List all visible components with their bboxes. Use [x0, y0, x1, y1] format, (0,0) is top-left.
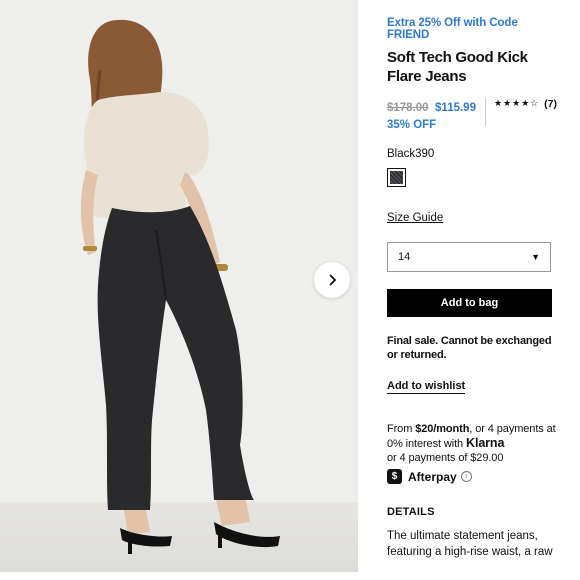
add-to-wishlist-link[interactable]: Add to wishlist — [387, 380, 466, 394]
product-title: Soft Tech Good Kick Flare Jeans — [387, 49, 528, 85]
afterpay-row[interactable]: $ Afterpay i — [387, 469, 557, 484]
original-price: $178.00 — [387, 102, 429, 114]
details-heading[interactable]: DETAILS — [387, 506, 557, 518]
afterpay-message: or 4 payments of $29.00 — [387, 452, 504, 464]
info-icon[interactable]: i — [460, 471, 472, 482]
size-value: 14 — [398, 251, 411, 263]
size-dropdown[interactable]: 14 ▼ — [387, 242, 551, 272]
model-illustration — [80, 19, 280, 554]
promo-banner: Extra 25% Off with Code FRIEND — [387, 17, 518, 41]
rating-count[interactable]: (7) — [544, 98, 557, 110]
chevron-right-icon — [329, 274, 337, 286]
swatch-pattern — [390, 171, 403, 184]
discount-label: 35% OFF — [387, 119, 437, 131]
klarna-message: From $20/month, or 4 payments at 0% inte… — [387, 422, 557, 465]
klarna-prefix: From — [387, 423, 416, 435]
color-swatch[interactable] — [387, 168, 406, 187]
price-divider — [485, 98, 486, 126]
final-sale-note: Final sale. Cannot be exchanged or retur… — [387, 335, 552, 361]
product-info-panel: Extra 25% Off with Code FRIEND Soft Tech… — [387, 14, 557, 560]
next-image-button[interactable] — [314, 262, 350, 298]
chevron-down-icon: ▼ — [531, 252, 540, 262]
price-row: $178.00 $115.99 35% OFF ★★★★☆ (7) — [387, 98, 557, 131]
sale-price: $115.99 — [435, 102, 476, 114]
klarna-amount: $20/month — [415, 423, 470, 435]
details-description: The ultimate statement jeans, featuring … — [387, 530, 553, 558]
klarna-logo[interactable]: Klarna — [466, 436, 504, 450]
afterpay-logo: Afterpay — [408, 469, 457, 484]
afterpay-icon: $ — [387, 469, 402, 484]
rating-stars[interactable]: ★★★★☆ — [494, 98, 539, 109]
size-guide-link[interactable]: Size Guide — [387, 212, 443, 224]
add-to-bag-button[interactable]: Add to bag — [387, 289, 552, 317]
color-name: Black390 — [387, 148, 435, 160]
product-image — [0, 0, 358, 572]
